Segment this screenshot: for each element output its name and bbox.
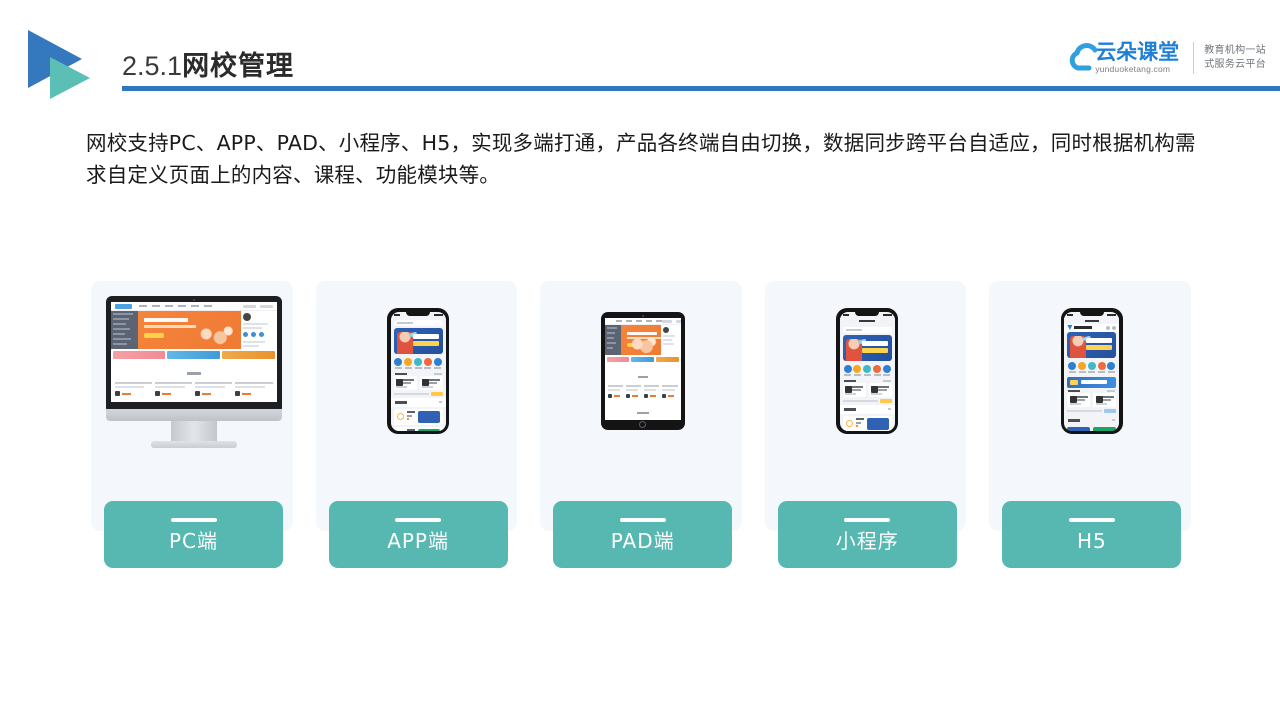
phone-notch — [406, 311, 431, 316]
platform-card-row: PC端 APP端 PAD端 小程序 H5 — [91, 281, 1191, 571]
smartphone-illustration-h5 — [989, 281, 1194, 461]
platform-label-text: PAD端 — [610, 528, 675, 553]
platform-card-miniprogram[interactable]: 小程序 — [764, 281, 970, 568]
app-hero-banner — [393, 327, 443, 354]
label-dash — [844, 517, 891, 522]
platform-label-pad[interactable]: PAD端 — [553, 501, 733, 568]
app-hero-banner — [1067, 331, 1117, 358]
miniprogram-titlebar — [839, 317, 895, 325]
promo-banner — [1067, 376, 1117, 388]
webcam-icon — [641, 314, 644, 317]
title-underline-rule — [122, 86, 1280, 91]
platform-label-text: 小程序 — [835, 528, 899, 553]
monitor-stand-neck — [170, 421, 217, 443]
app-icon-grid — [840, 361, 895, 378]
triangle-teal-shape — [50, 57, 90, 99]
app-hero-banner — [842, 334, 892, 361]
cta-button-right — [1093, 426, 1117, 431]
brand-tagline-line1: 教育机构一站 — [1204, 45, 1266, 56]
brand-divider — [1193, 42, 1195, 74]
platform-label-miniprogram[interactable]: 小程序 — [777, 501, 957, 568]
brand-tagline-line2: 式服务云平台 — [1204, 59, 1266, 70]
site-logo-icon — [1067, 325, 1073, 330]
app-search-bar — [393, 319, 443, 326]
label-dash — [395, 517, 442, 522]
double-triangle-play-icon — [24, 28, 102, 100]
platform-card-pad[interactable]: PAD端 — [540, 281, 745, 568]
monitor-stand-foot — [150, 441, 237, 448]
label-dash — [170, 517, 217, 522]
platform-label-app[interactable]: APP端 — [328, 501, 508, 568]
smartphone-illustration-app — [316, 281, 521, 461]
platform-card-pc[interactable]: PC端 — [91, 281, 296, 568]
platform-card-app[interactable]: APP端 — [315, 281, 521, 568]
brand-name: 云朵课堂 — [1095, 40, 1180, 64]
webcam-icon — [192, 298, 195, 301]
monitor-chin — [105, 409, 282, 421]
cta-button-left — [1067, 426, 1091, 431]
platform-label-pc[interactable]: PC端 — [104, 501, 283, 568]
app-icon-grid — [391, 354, 446, 371]
brand-domain: yunduoketang.com — [1095, 64, 1171, 74]
page-header: 2.5.1 网校管理 云朵课堂 yunduoketang.com 教育机构一站 … — [0, 0, 1280, 105]
app-search-bar — [842, 326, 892, 333]
page-title-number: 2.5.1 — [122, 51, 183, 81]
platform-card-h5[interactable]: H5 — [989, 281, 1194, 568]
platform-label-h5[interactable]: H5 — [1002, 501, 1182, 568]
site-logo — [114, 303, 132, 309]
app-icon-grid — [1064, 358, 1119, 375]
h5-brand-bar — [1064, 323, 1120, 332]
cloud-icon — [1069, 43, 1103, 73]
desktop-monitor-illustration — [91, 281, 296, 461]
phone-notch — [855, 311, 880, 316]
platform-label-text: PC端 — [168, 528, 219, 553]
body-paragraph: 网校支持PC、APP、PAD、小程序、H5，实现多端打通，产品各终端自由切换，数… — [86, 131, 1196, 187]
label-dash — [1068, 517, 1115, 522]
tablet-illustration — [540, 281, 745, 461]
label-dash — [619, 517, 666, 522]
page-title: 2.5.1 网校管理 — [122, 44, 294, 83]
brand-tagline: 教育机构一站 式服务云平台 — [1204, 44, 1266, 72]
phone-notch — [1079, 311, 1104, 316]
home-button-icon — [639, 421, 647, 428]
brand-logo: 云朵课堂 yunduoketang.com 教育机构一站 式服务云平台 — [1069, 36, 1266, 80]
brand-wordmark: 云朵课堂 yunduoketang.com — [1069, 41, 1191, 75]
platform-label-text: H5 — [1076, 528, 1107, 553]
page-title-text: 网校管理 — [182, 51, 295, 81]
platform-label-text: APP端 — [387, 528, 449, 553]
smartphone-illustration-miniprogram — [765, 281, 970, 461]
brand-text-block: 云朵课堂 yunduoketang.com — [1095, 41, 1179, 75]
